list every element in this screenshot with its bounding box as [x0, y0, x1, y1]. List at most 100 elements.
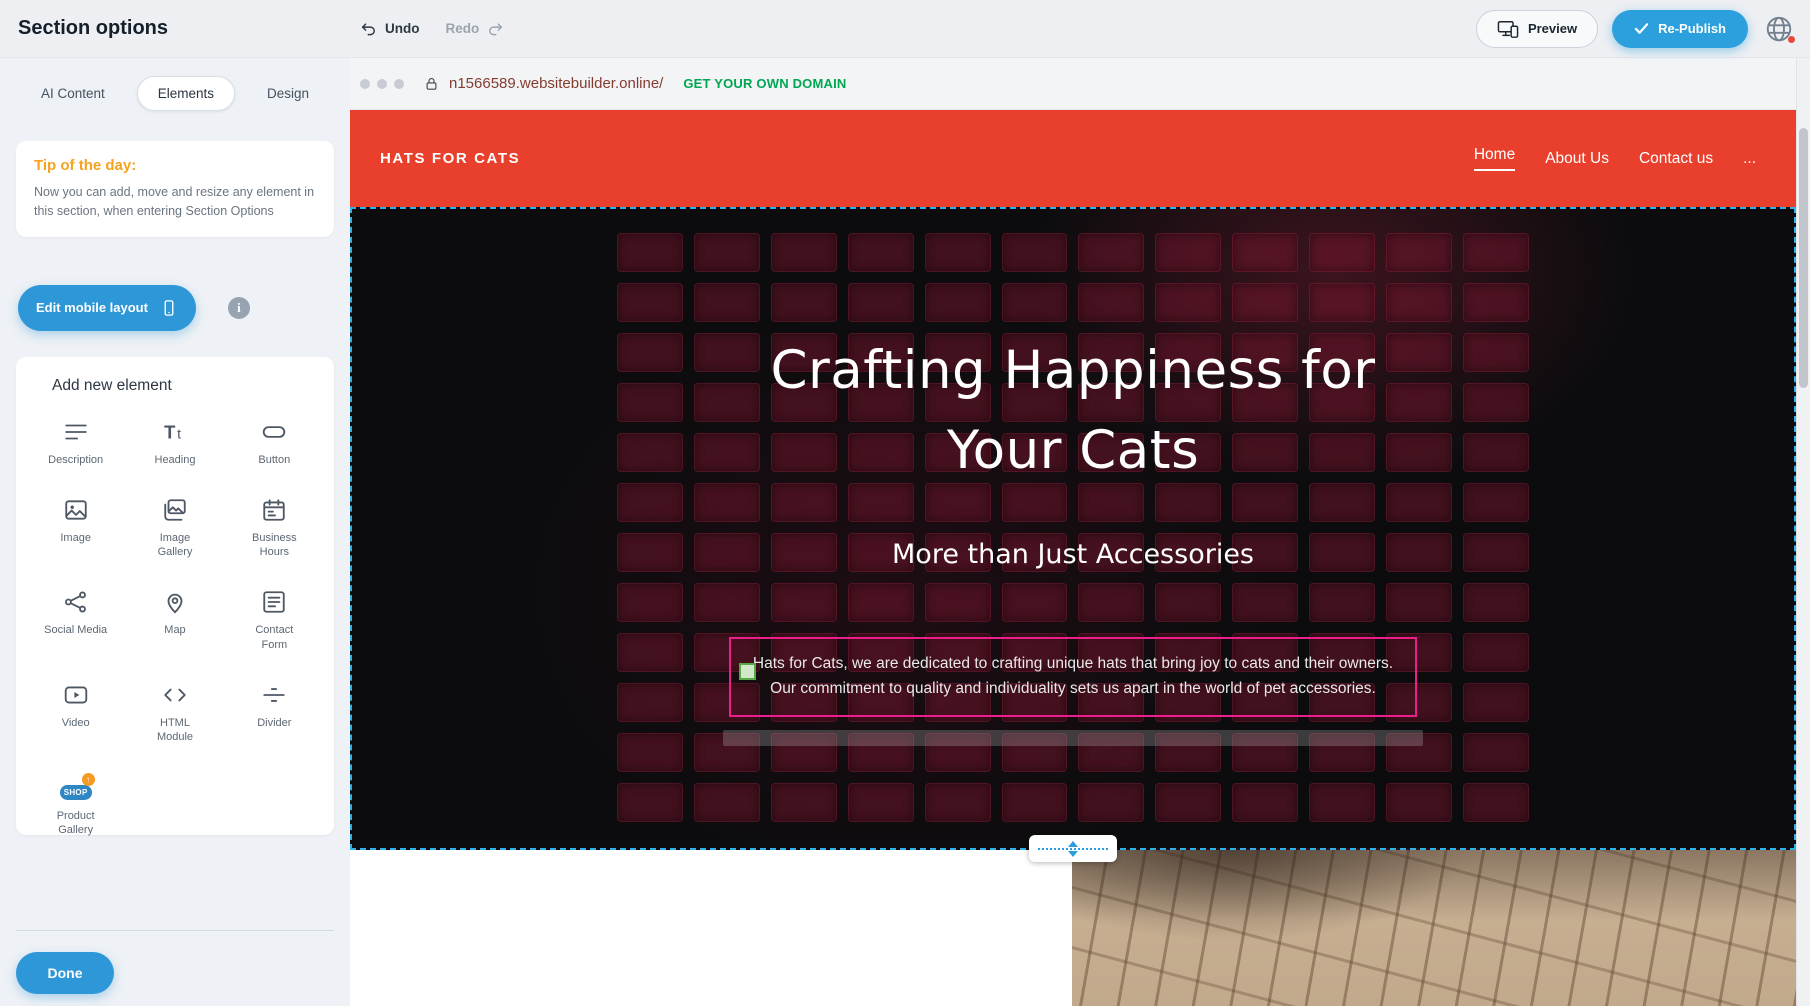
site-nav-contact-us[interactable]: Contact us — [1639, 150, 1713, 168]
window-dot — [377, 79, 387, 89]
description-icon — [63, 419, 89, 445]
mobile-layout-row: Edit mobile layout i — [16, 285, 334, 331]
preview-button[interactable]: Preview — [1476, 10, 1598, 48]
drag-ghost-bar — [723, 730, 1423, 746]
element-label: Description — [48, 453, 103, 467]
map-icon — [162, 589, 188, 615]
edit-mobile-layout-button[interactable]: Edit mobile layout — [18, 285, 196, 331]
element-label: Button — [258, 453, 290, 467]
done-label: Done — [48, 965, 83, 981]
site-preview: HATS FOR CATS Home About Us Contact us .… — [350, 110, 1796, 1006]
product-gallery-icon: SHOP ↑ — [59, 775, 93, 801]
undo-button[interactable]: Undo — [360, 20, 420, 38]
paragraph-element-selected[interactable]: Hats for Cats, we are dedicated to craft… — [729, 637, 1417, 717]
address-bar-url[interactable]: n1566589.websitebuilder.online/ — [449, 75, 663, 92]
element-label: Divider — [257, 716, 291, 730]
add-element-button[interactable]: Button — [225, 419, 324, 467]
language-globe-button[interactable] — [1762, 12, 1796, 46]
preview-label: Preview — [1528, 21, 1577, 36]
element-label: Image Gallery — [142, 531, 208, 560]
social-media-icon — [63, 589, 89, 615]
add-element-product-gallery[interactable]: SHOP ↑ Product Gallery — [26, 775, 125, 838]
svg-text:T: T — [164, 421, 176, 442]
site-nav-about-us[interactable]: About Us — [1545, 150, 1609, 168]
next-section[interactable] — [350, 850, 1796, 1006]
window-controls — [360, 79, 404, 89]
add-element-heading[interactable]: Tt Heading — [125, 419, 224, 467]
notification-dot — [1788, 36, 1795, 43]
phone-icon — [160, 298, 178, 318]
site-nav-home[interactable]: Home — [1474, 146, 1515, 171]
republish-label: Re-Publish — [1658, 21, 1726, 36]
check-icon — [1634, 22, 1649, 35]
heading-icon: Tt — [162, 419, 188, 445]
add-element-title: Add new element — [52, 377, 324, 395]
hero-subheading[interactable]: More than Just Accessories — [352, 539, 1794, 570]
button-icon — [261, 419, 287, 445]
tab-ai-content[interactable]: AI Content — [35, 77, 111, 110]
add-element-video[interactable]: Video — [26, 682, 125, 745]
tip-of-the-day-card: Tip of the day: Now you can add, move an… — [16, 141, 334, 237]
add-element-image[interactable]: Image — [26, 497, 125, 560]
undo-label: Undo — [385, 21, 420, 36]
hero-heading-line1: Crafting Happiness for — [352, 331, 1794, 411]
add-element-divider[interactable]: Divider — [225, 682, 324, 745]
editor-canvas: n1566589.websitebuilder.online/ GET YOUR… — [350, 58, 1810, 1006]
section-options-panel: AI Content Elements Design Tip of the da… — [0, 58, 350, 1006]
element-label: Heading — [155, 453, 196, 467]
republish-button[interactable]: Re-Publish — [1612, 10, 1748, 48]
redo-button[interactable]: Redo — [446, 20, 505, 38]
hero-heading-line2: Your Cats — [352, 411, 1794, 491]
undo-icon — [360, 20, 378, 38]
business-hours-icon — [261, 497, 287, 523]
redo-icon — [486, 20, 504, 38]
tab-elements[interactable]: Elements — [137, 76, 235, 111]
hero-section-selected[interactable]: Crafting Happiness for Your Cats More th… — [350, 207, 1796, 850]
info-icon[interactable]: i — [228, 297, 250, 319]
element-grid: Description Tt Heading Button Image Imag… — [26, 419, 324, 838]
site-nav: Home About Us Contact us ... — [1474, 146, 1756, 171]
add-element-business-hours[interactable]: Business Hours — [225, 497, 324, 560]
site-logo[interactable]: HATS FOR CATS — [380, 150, 520, 167]
arrow-down-icon — [1068, 851, 1078, 857]
svg-text:t: t — [177, 425, 181, 441]
shop-pill: SHOP — [60, 785, 92, 800]
element-label: Contact Form — [241, 623, 307, 652]
scrollbar-thumb[interactable] — [1799, 128, 1808, 388]
tip-body: Now you can add, move and resize any ele… — [34, 183, 316, 221]
hero-heading[interactable]: Crafting Happiness for Your Cats — [352, 331, 1794, 490]
add-element-social-media[interactable]: Social Media — [26, 589, 125, 652]
section-height-drag-handle[interactable] — [1029, 835, 1117, 862]
tip-title: Tip of the day: — [34, 157, 316, 174]
devices-icon — [1497, 19, 1519, 39]
add-element-description[interactable]: Description — [26, 419, 125, 467]
image-gallery-icon — [162, 497, 188, 523]
shop-badge-arrow-icon: ↑ — [82, 773, 95, 786]
add-element-image-gallery[interactable]: Image Gallery — [125, 497, 224, 560]
hero-paragraph: Hats for Cats, we are dedicated to craft… — [741, 652, 1405, 702]
dotted-line — [1038, 848, 1108, 850]
lock-icon — [424, 76, 439, 91]
sidebar-divider — [16, 930, 334, 931]
done-button[interactable]: Done — [16, 952, 114, 994]
app-root: Section options Undo Redo Preview Re-Pub… — [0, 0, 1810, 1006]
element-label: Map — [164, 623, 185, 637]
element-label: Social Media — [44, 623, 107, 637]
contact-form-icon — [261, 589, 287, 615]
site-nav-more[interactable]: ... — [1743, 150, 1756, 168]
element-resize-handle[interactable] — [739, 663, 756, 680]
divider-icon — [261, 682, 287, 708]
element-label: Video — [62, 716, 90, 730]
panel-tabs: AI Content Elements Design — [16, 74, 334, 113]
add-element-map[interactable]: Map — [125, 589, 224, 652]
add-element-contact-form[interactable]: Contact Form — [225, 589, 324, 652]
image-icon — [63, 497, 89, 523]
add-element-html-module[interactable]: HTML Module — [125, 682, 224, 745]
element-label: Business Hours — [241, 531, 307, 560]
redo-label: Redo — [446, 21, 480, 36]
add-element-card: Add new element Description Tt Heading B… — [16, 357, 334, 835]
tab-design[interactable]: Design — [261, 77, 315, 110]
browser-chrome: n1566589.websitebuilder.online/ GET YOUR… — [350, 58, 1810, 110]
hero-content: Crafting Happiness for Your Cats More th… — [352, 209, 1794, 848]
get-your-own-domain-link[interactable]: GET YOUR OWN DOMAIN — [683, 76, 846, 91]
